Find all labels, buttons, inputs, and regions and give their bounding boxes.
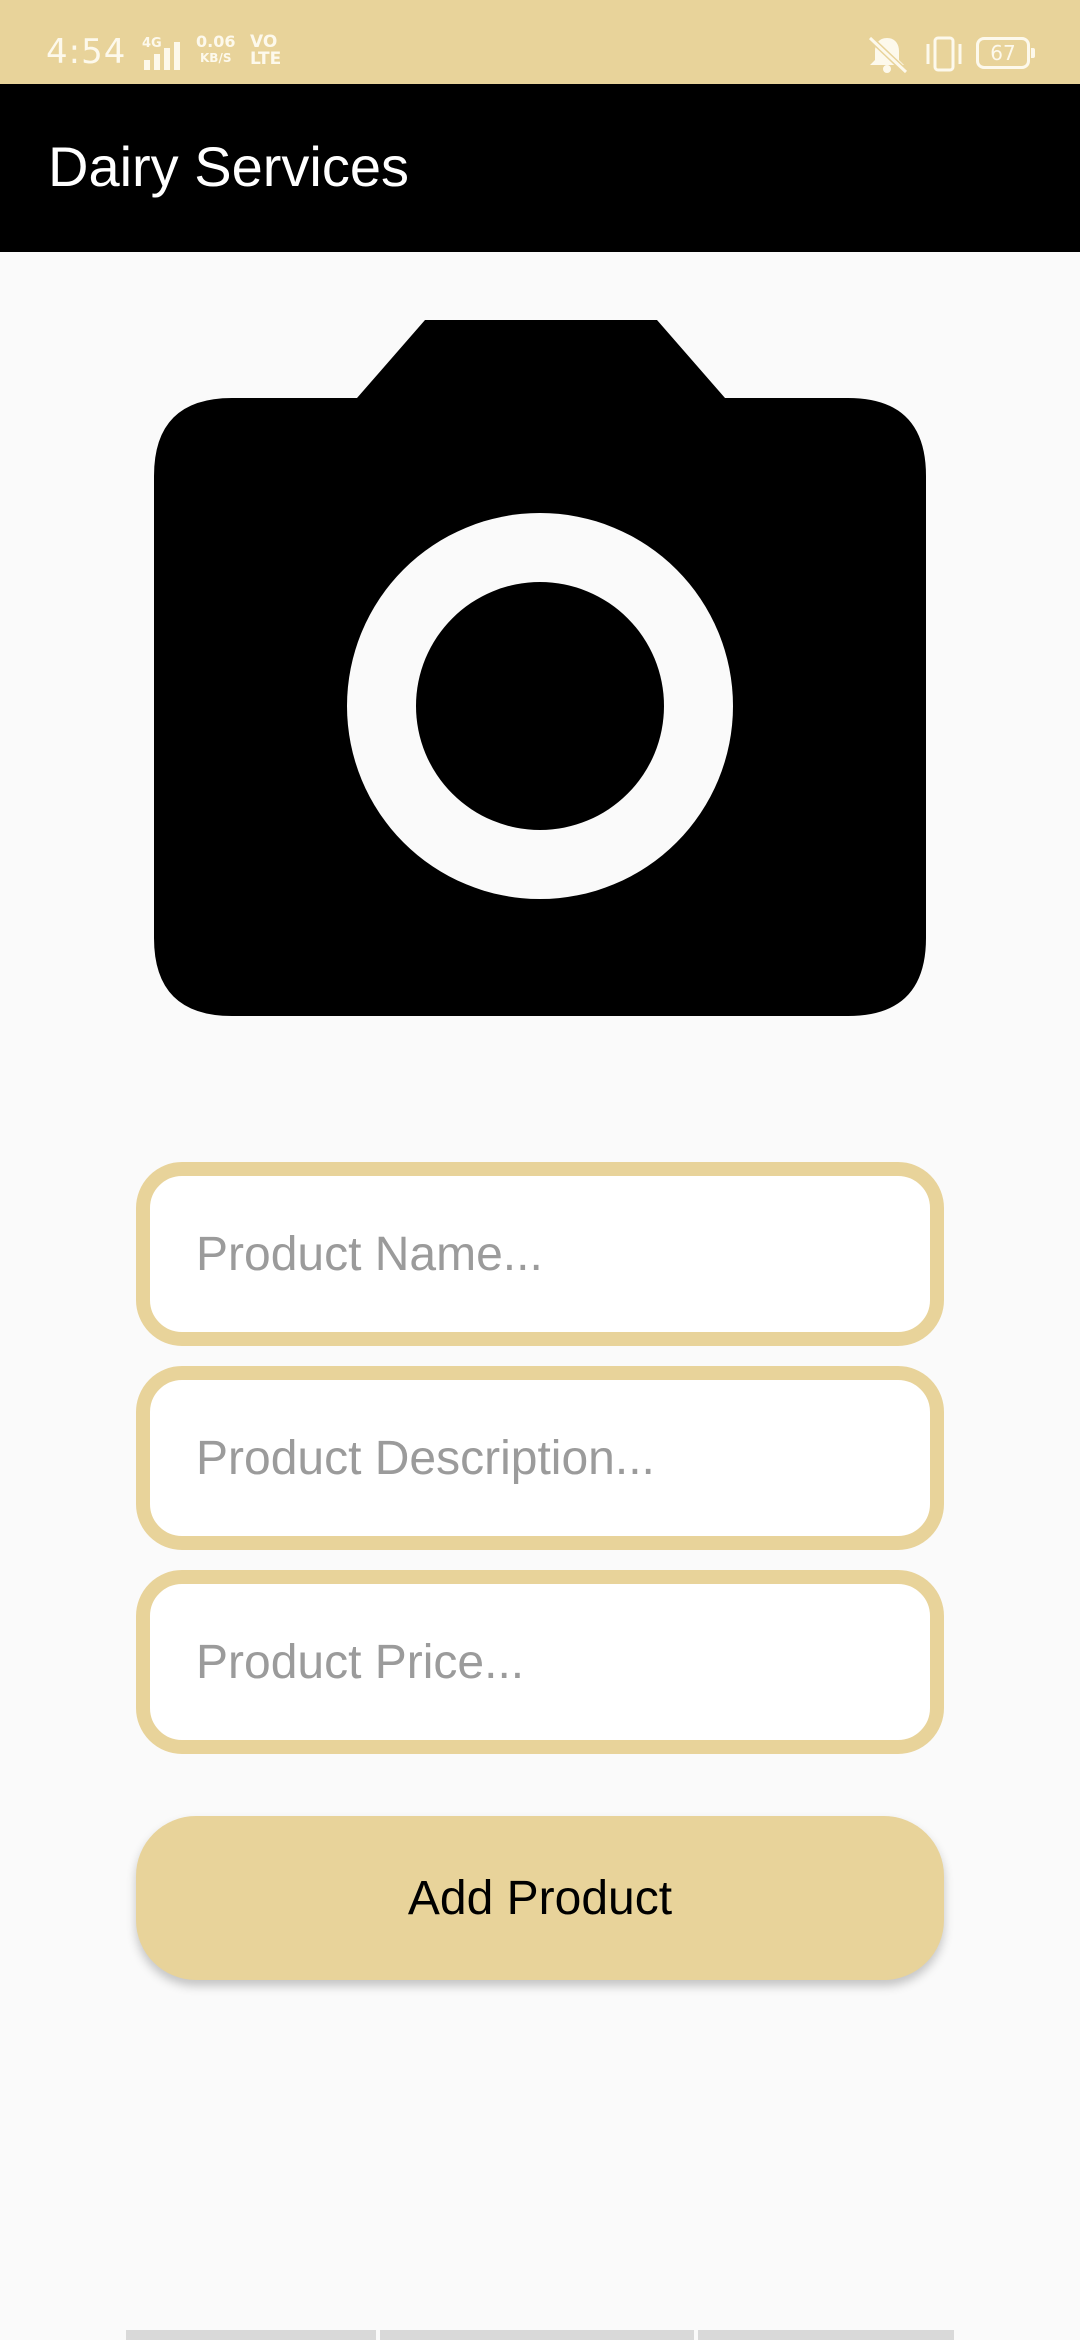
camera-icon[interactable] [154,320,926,1016]
app-bar: Dairy Services [0,84,1080,252]
data-speed-value: 0.06 [196,32,236,51]
bottom-navigation-hint [126,2330,954,2340]
volte-line2: LTE [250,49,282,69]
product-name-field[interactable] [136,1162,944,1346]
vibrate-icon [926,36,962,72]
bottom-bar-segment [126,2330,376,2340]
status-time: 4:54 [46,32,127,72]
product-name-input[interactable] [150,1176,930,1332]
network-type: 4G [142,36,162,51]
add-product-button[interactable]: Add Product [136,1816,944,1980]
data-speed: 0.06 KB/S [196,34,235,66]
product-price-input[interactable] [150,1584,930,1740]
product-description-input[interactable] [150,1380,930,1536]
product-price-field[interactable] [136,1570,944,1754]
status-bar: 4:54 4G 0.06 KB/S VO LTE 67 [0,0,1080,84]
app-title: Dairy Services [48,135,409,198]
volte-indicator: VO LTE [250,34,281,68]
bottom-bar-segment [380,2330,694,2340]
bottom-bar-segment [698,2330,954,2340]
product-description-field[interactable] [136,1366,944,1550]
battery-icon: 67 [976,37,1035,69]
mute-icon [867,35,909,74]
data-speed-unit: KB/S [200,51,232,65]
